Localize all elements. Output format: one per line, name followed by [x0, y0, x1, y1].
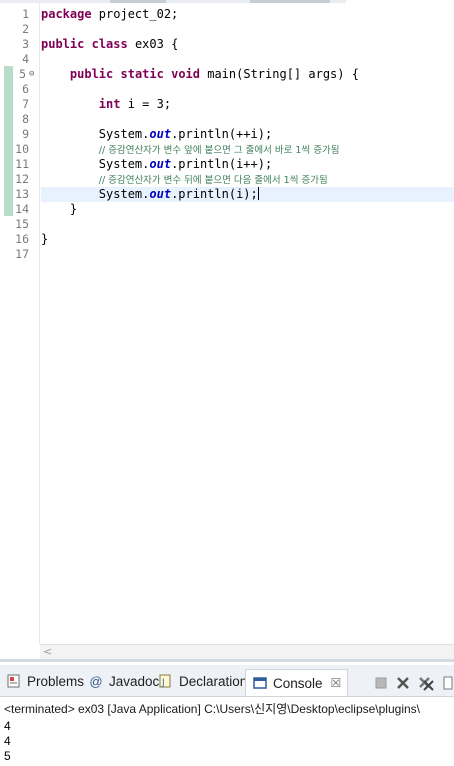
console-status-line: <terminated> ex03 [Java Application] C:\… [4, 702, 420, 716]
tab-javadoc[interactable]: @ Javadoc [88, 669, 159, 693]
code-text: .println(i++); [171, 157, 273, 171]
keyword: class [91, 37, 128, 51]
panel-tab-bar: Problems @ Javadoc J Declaration Console… [0, 665, 454, 697]
bottom-panel: Problems @ Javadoc J Declaration Console… [0, 659, 454, 766]
line-number: 4 [22, 52, 29, 66]
code-text: main(String[] args) { [200, 67, 359, 81]
static-field: out [149, 127, 172, 141]
code-line-10[interactable]: // 증감연산자가 변수 앞에 붙으면 그 줄에서 바로 1씩 증가됨 [41, 142, 340, 157]
line-number: 16 [15, 232, 29, 246]
code-text: i = 3; [120, 97, 172, 111]
keyword: package [41, 7, 92, 21]
code-text: System. [41, 187, 150, 201]
code-text: System. [41, 157, 150, 171]
tab-declaration[interactable]: J Declaration [158, 669, 247, 693]
scroll-left-icon[interactable]: < [43, 645, 52, 659]
remove-launch-icon[interactable] [394, 675, 412, 691]
console-output-line: 4 [4, 719, 11, 733]
toolbar-overflow-icon[interactable] [442, 675, 454, 691]
tab-label: Problems [27, 673, 85, 689]
code-line-3[interactable]: public class ex03 { [41, 37, 178, 52]
code-area[interactable]: package project_02; public class ex03 { … [41, 3, 454, 644]
line-number: 9 [22, 127, 29, 141]
code-comment: // 증감연산자가 변수 앞에 붙으면 그 줄에서 바로 1씩 증가됨 [98, 145, 340, 156]
horizontal-scrollbar[interactable]: < [40, 644, 454, 659]
problems-icon [6, 673, 22, 689]
line-number: 8 [22, 112, 29, 126]
code-line-14[interactable]: } [41, 202, 77, 217]
keyword: public [41, 37, 85, 51]
line-number: 11 [15, 157, 29, 171]
line-number-gutter: 1 2 3 4 5 ⊖ 6 7 8 9 10 11 12 13 14 15 16… [0, 3, 40, 644]
line-number: 6 [22, 82, 29, 96]
tab-console[interactable]: Console ☒ [245, 669, 349, 696]
tab-label: Declaration [179, 673, 248, 689]
close-tab-icon[interactable]: ☒ [331, 676, 342, 690]
code-line-9[interactable]: System.out.println(++i); [41, 127, 272, 142]
javadoc-icon: @ [89, 673, 103, 689]
code-line-7[interactable]: int i = 3; [41, 97, 171, 112]
console-icon [252, 675, 268, 691]
tab-label: Console [273, 675, 323, 691]
code-comment: // 증감연산자가 변수 뒤에 붙으면 다음 줄에서 1씩 증가됨 [98, 175, 328, 186]
line-number: 17 [15, 247, 29, 261]
keyword: public [69, 67, 114, 81]
code-line-12[interactable]: // 증감연산자가 변수 뒤에 붙으면 다음 줄에서 1씩 증가됨 [41, 172, 328, 187]
keyword: static [120, 67, 164, 81]
console-output[interactable]: 4 4 5 [4, 719, 11, 764]
fold-collapse-icon[interactable]: ⊖ [29, 67, 34, 82]
svg-text:J: J [161, 678, 165, 688]
tab-label: Javadoc [109, 673, 160, 689]
declaration-icon: J [158, 673, 174, 689]
stop-icon[interactable] [372, 675, 390, 691]
line-number: 12 [15, 172, 29, 186]
keyword: void [171, 67, 200, 81]
code-line-13-current[interactable]: System.out.println(i); [41, 187, 454, 202]
code-text: ex03 { [127, 37, 179, 51]
line-number: 14 [15, 202, 29, 216]
line-number: 3 [22, 37, 29, 51]
remove-all-launches-icon[interactable] [417, 675, 435, 691]
code-text: project_02; [91, 7, 179, 21]
line-number: 10 [15, 142, 29, 156]
code-text: .println(++i); [171, 127, 273, 141]
code-line-11[interactable]: System.out.println(i++); [41, 157, 272, 172]
line-number: 15 [15, 217, 29, 231]
console-output-line: 4 [4, 734, 11, 748]
tab-problems[interactable]: Problems [6, 669, 84, 693]
static-field: out [149, 187, 172, 201]
code-line-1[interactable]: package project_02; [41, 7, 178, 22]
code-line-16[interactable]: } [41, 232, 48, 247]
line-number: 2 [22, 22, 29, 36]
code-text: .println(i); [171, 187, 258, 201]
line-number: 7 [22, 97, 29, 111]
text-caret [257, 187, 259, 200]
static-field: out [149, 157, 172, 171]
line-number: 13 [15, 187, 29, 201]
console-output-line: 5 [4, 749, 11, 763]
code-text: System. [41, 127, 150, 141]
line-number: 1 [22, 7, 29, 21]
code-line-5[interactable]: public static void main(String[] args) { [41, 67, 359, 82]
code-editor[interactable]: 1 2 3 4 5 ⊖ 6 7 8 9 10 11 12 13 14 15 16… [0, 3, 454, 659]
line-number: 5 [19, 67, 26, 81]
keyword: int [98, 97, 121, 111]
